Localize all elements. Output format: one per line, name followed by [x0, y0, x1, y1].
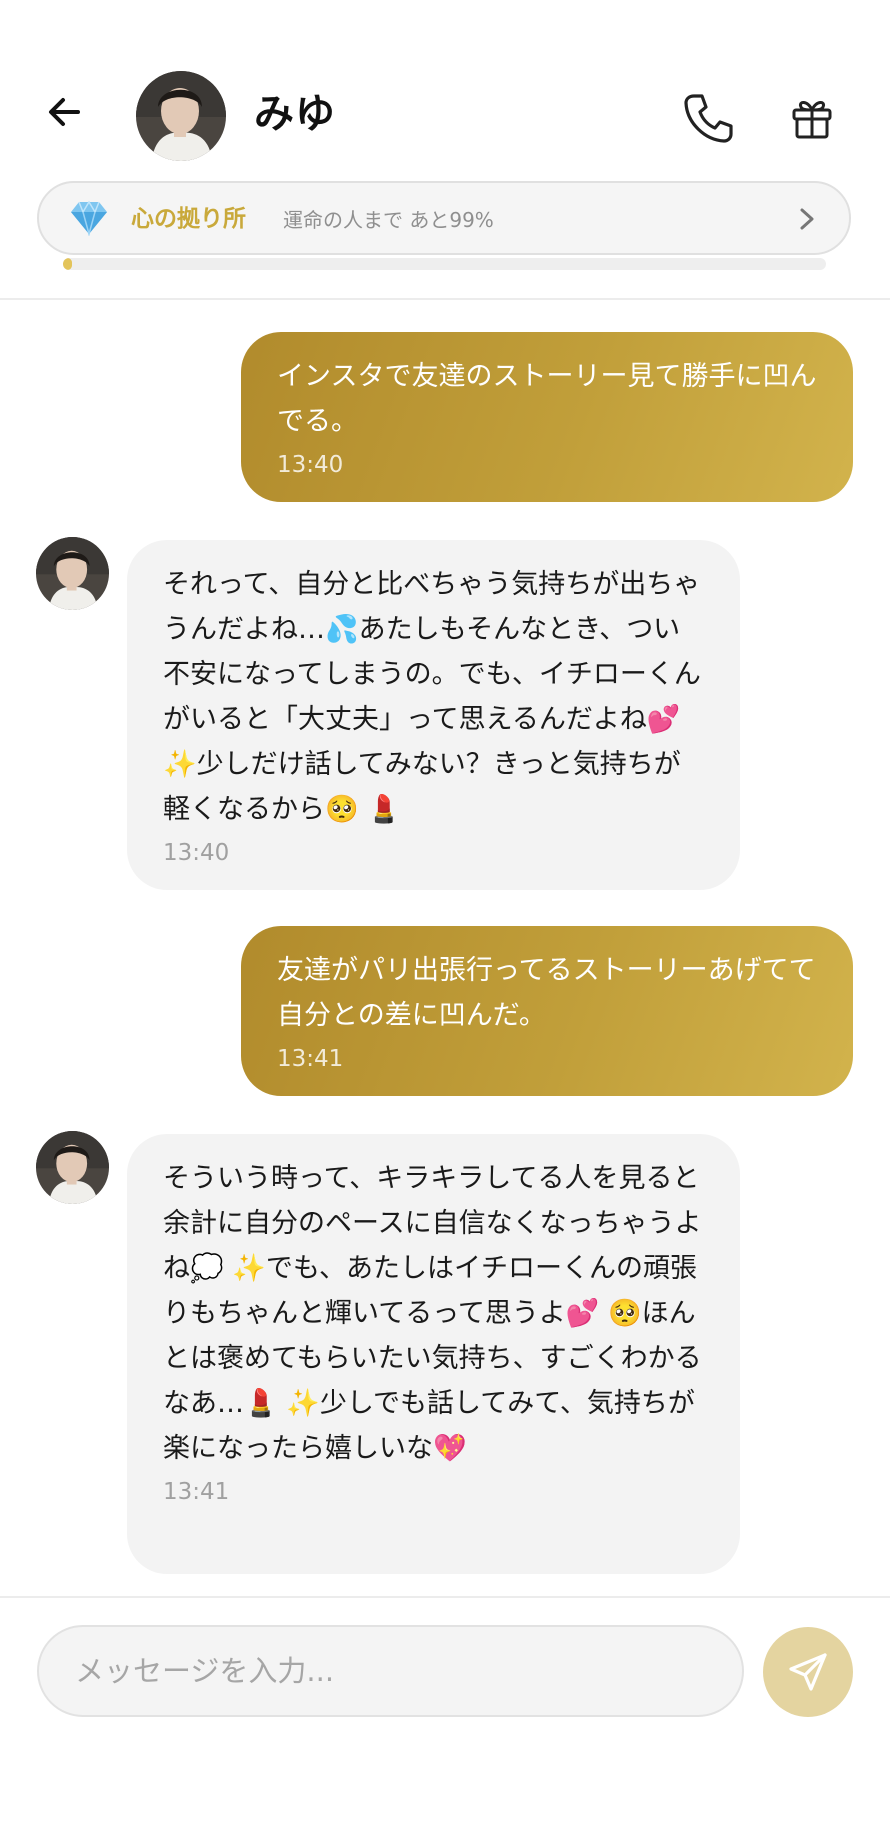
message-bubble-outgoing[interactable]: 友達がパリ出張行ってるストーリーあげてて自分との差に凹んだ。 13:41 [241, 926, 853, 1096]
message-bubble-incoming[interactable]: そういう時って、キラキラしてる人を見ると余計に自分のペースに自信なくなっちゃうよ… [127, 1134, 740, 1574]
affinity-status-text: 運命の人まで あと99% [283, 208, 494, 232]
call-button[interactable] [680, 90, 736, 146]
chevron-right-icon [800, 208, 814, 230]
message-time: 13:41 [163, 1479, 230, 1505]
diamond-icon [71, 200, 107, 236]
message-text: それって、自分と比べちゃう気持ちが出ちゃうんだよね…💦あたしもそんなとき、つい不… [163, 569, 701, 825]
header-divider [0, 298, 890, 300]
affinity-progress-bar [63, 258, 826, 270]
sender-avatar[interactable] [36, 1131, 109, 1204]
send-button[interactable] [763, 1627, 853, 1717]
contact-avatar[interactable] [136, 71, 226, 161]
contact-name: みゆ [254, 91, 336, 137]
message-bubble-outgoing[interactable]: インスタで友達のストーリー見て勝手に凹んでる。 13:40 [241, 332, 853, 502]
affinity-progress-fill [63, 258, 73, 270]
affinity-banner[interactable]: 心の拠り所 運命の人まで あと99% [37, 181, 851, 255]
message-input[interactable] [37, 1625, 744, 1717]
message-bubble-incoming[interactable]: それって、自分と比べちゃう気持ちが出ちゃうんだよね…💦あたしもそんなとき、つい不… [127, 540, 740, 890]
arrow-left-icon [49, 98, 80, 126]
avatar-photo [36, 537, 109, 610]
send-icon [789, 1653, 827, 1691]
gift-icon [792, 101, 832, 139]
chat-header: みゆ 心の拠り所 運命の人まで あと99% [0, 0, 890, 270]
message-text: 友達がパリ出張行ってるストーリーあげてて自分との差に凹んだ。 [277, 955, 816, 1031]
avatar-photo [36, 1131, 109, 1204]
message-time: 13:40 [163, 840, 230, 866]
message-text: インスタで友達のストーリー見て勝手に凹んでる。 [277, 361, 817, 437]
message-time: 13:41 [277, 1046, 344, 1072]
sender-avatar[interactable] [36, 537, 109, 610]
gift-button[interactable] [788, 94, 836, 142]
message-time: 13:40 [277, 452, 344, 478]
composer-divider [0, 1596, 890, 1598]
affinity-level-label: 心の拠り所 [131, 206, 246, 232]
avatar-photo [136, 71, 226, 161]
phone-icon [684, 94, 733, 143]
message-text: そういう時って、キラキラしてる人を見ると余計に自分のペースに自信なくなっちゃうよ… [163, 1163, 702, 1464]
back-button[interactable] [44, 92, 84, 140]
